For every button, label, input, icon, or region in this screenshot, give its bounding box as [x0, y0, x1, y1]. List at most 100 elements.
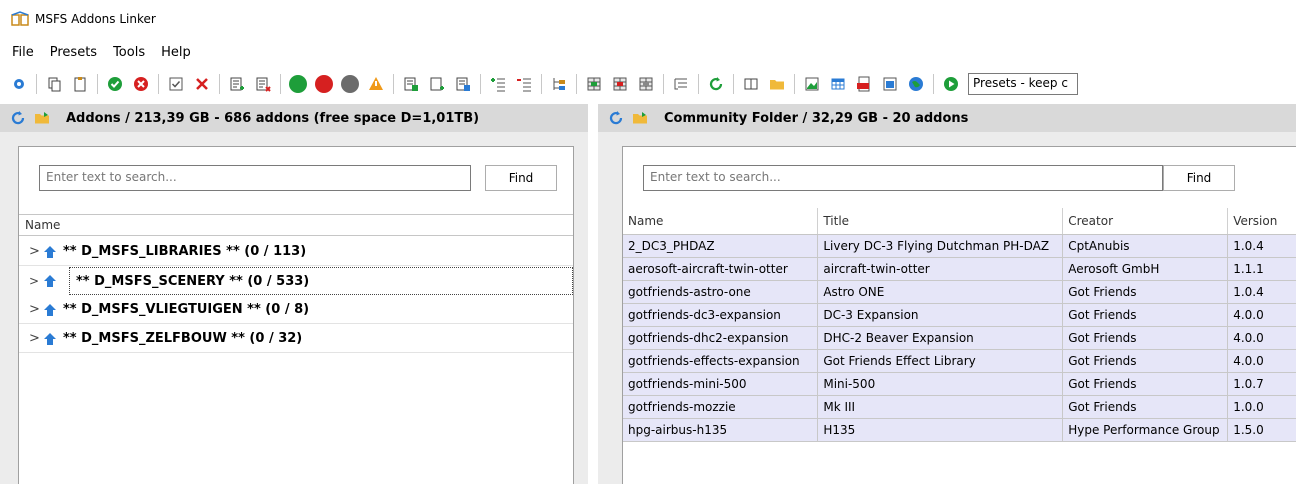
toolbar-separator [576, 74, 577, 94]
community-find-button[interactable]: Find [1163, 165, 1235, 191]
home-icon [43, 332, 63, 346]
export-icon[interactable] [400, 73, 422, 95]
check-circle-icon[interactable] [104, 73, 126, 95]
table-row[interactable]: gotfriends-dc3-expansion DC-3 Expansion Go… [623, 303, 1296, 327]
column-header-creator[interactable]: Creator [1062, 208, 1229, 235]
chevron-right-icon[interactable]: > [29, 331, 43, 346]
copy-icon[interactable] [43, 73, 65, 95]
cell-title: DC-3 Expansion [817, 303, 1064, 327]
cell-title: Livery DC-3 Flying Dutchman PH-DAZ [817, 234, 1064, 258]
table-row[interactable]: gotfriends-mozzie Mk III Got Friends 1.0.0 [623, 395, 1296, 419]
warning-icon[interactable] [365, 73, 387, 95]
list-add-icon[interactable] [226, 73, 248, 95]
column-header-title[interactable]: Title [817, 208, 1064, 235]
cell-version: 1.0.0 [1227, 395, 1296, 419]
toolbar-separator [158, 74, 159, 94]
refresh-icon[interactable] [608, 110, 624, 126]
table-row[interactable]: aerosoft-aircraft-twin-otter aircraft-twi… [623, 257, 1296, 281]
tree-item[interactable]: > ** D_MSFS_VLIEGTUIGEN ** (0 / 8) [19, 296, 573, 324]
cell-name: 2_DC3_PHDAZ [623, 234, 819, 258]
addons-panel: Enter text to search... Find Name > ** D… [0, 132, 588, 484]
tree-item[interactable]: > ** D_MSFS_LIBRARIES ** (0 / 113) [19, 238, 573, 266]
chevron-right-icon[interactable]: > [29, 244, 43, 259]
menu-help[interactable]: Help [153, 43, 199, 62]
cancel-circle-icon[interactable] [130, 73, 152, 95]
image-icon[interactable] [801, 73, 823, 95]
cell-version: 1.1.1 [1227, 257, 1296, 281]
menu-bar: File Presets Tools Help [0, 40, 199, 64]
tree-item-focused[interactable]: ** D_MSFS_SCENERY ** (0 / 533) [69, 267, 573, 295]
cell-creator: Got Friends [1062, 280, 1229, 304]
table-row[interactable]: 2_DC3_PHDAZ Livery DC-3 Flying Dutchman P… [623, 234, 1296, 258]
grid-c-icon[interactable] [635, 73, 657, 95]
table-row[interactable]: gotfriends-dhc2-expansion DHC-2 Beaver Ex… [623, 326, 1296, 350]
settings-icon[interactable] [8, 73, 30, 95]
presets-dropdown[interactable]: Presets - keep c [968, 73, 1078, 95]
grid-a-icon[interactable] [583, 73, 605, 95]
cell-creator: CptAnubis [1062, 234, 1229, 258]
cell-name: gotfriends-mini-500 [623, 372, 819, 396]
tree-item-label: ** D_MSFS_VLIEGTUIGEN ** (0 / 8) [63, 302, 310, 317]
grid-b-icon[interactable] [609, 73, 631, 95]
toolbar-separator [480, 74, 481, 94]
column-header-version[interactable]: Version [1227, 208, 1296, 235]
table-row[interactable]: hpg-airbus-h135 H135 Hype Performance Grou… [623, 418, 1296, 442]
folder-open-icon[interactable] [34, 110, 52, 126]
cell-creator: Hype Performance Group [1062, 418, 1229, 442]
community-panel: Enter text to search... Find Name Title … [598, 132, 1296, 484]
red-dot-icon[interactable] [313, 73, 335, 95]
tree-icon[interactable] [548, 73, 570, 95]
cell-version: 1.0.7 [1227, 372, 1296, 396]
refresh-icon[interactable] [705, 73, 727, 95]
gray-dot-icon[interactable] [339, 73, 361, 95]
table-header-row: Name Title Creator Version [623, 208, 1296, 235]
cell-version: 4.0.0 [1227, 303, 1296, 327]
list-remove-icon[interactable] [252, 73, 274, 95]
pdf-icon[interactable] [853, 73, 875, 95]
table-row[interactable]: gotfriends-effects-expansion Got Friends … [623, 349, 1296, 373]
addons-column-name[interactable]: Name [19, 214, 573, 236]
table-icon[interactable] [827, 73, 849, 95]
chevron-right-icon[interactable]: > [29, 302, 43, 317]
window-icon[interactable] [879, 73, 901, 95]
globe-icon[interactable] [905, 73, 927, 95]
table-row[interactable]: gotfriends-mini-500 Mini-500 Got Friends 1.… [623, 372, 1296, 396]
remove-row-icon[interactable] [513, 73, 535, 95]
columns-icon[interactable] [740, 73, 762, 95]
menu-presets[interactable]: Presets [42, 43, 105, 62]
new-doc-icon[interactable] [426, 73, 448, 95]
cell-name: gotfriends-effects-expansion [623, 349, 819, 373]
community-search-input[interactable]: Enter text to search... [643, 165, 1163, 191]
cell-name: gotfriends-dc3-expansion [623, 303, 819, 327]
folder-open-icon[interactable] [632, 110, 650, 126]
tree-item[interactable]: > ** D_MSFS_ZELFBOUW ** (0 / 32) [19, 325, 573, 353]
checkbox-icon[interactable] [165, 73, 187, 95]
add-row-icon[interactable] [487, 73, 509, 95]
chevron-right-icon[interactable]: > [29, 274, 43, 288]
close-x-icon[interactable] [191, 73, 213, 95]
import-icon[interactable] [452, 73, 474, 95]
cell-name: gotfriends-mozzie [623, 395, 819, 419]
paste-icon[interactable] [69, 73, 91, 95]
addons-search-input[interactable]: Enter text to search... [39, 165, 471, 191]
community-grid-container: Enter text to search... Find Name Title … [622, 146, 1296, 484]
toolbar-separator [541, 74, 542, 94]
tree-item-prefix[interactable]: > [19, 267, 69, 295]
refresh-icon[interactable] [10, 110, 26, 126]
addons-find-button[interactable]: Find [485, 165, 557, 191]
outline-icon[interactable] [670, 73, 692, 95]
toolbar-separator [733, 74, 734, 94]
cell-title: Got Friends Effect Library [817, 349, 1064, 373]
app-logo-icon [11, 11, 29, 26]
home-icon [43, 245, 63, 259]
column-header-name[interactable]: Name [623, 208, 819, 235]
table-row[interactable]: gotfriends-astro-one Astro ONE Got Friends… [623, 280, 1296, 304]
green-dot-icon[interactable] [287, 73, 309, 95]
cell-title: Mk III [817, 395, 1064, 419]
tree-item-label: ** D_MSFS_SCENERY ** (0 / 533) [76, 273, 310, 289]
menu-file[interactable]: File [4, 43, 42, 62]
menu-tools[interactable]: Tools [105, 43, 153, 62]
play-icon[interactable] [940, 73, 962, 95]
splitter[interactable] [588, 104, 598, 484]
folder-icon[interactable] [766, 73, 788, 95]
